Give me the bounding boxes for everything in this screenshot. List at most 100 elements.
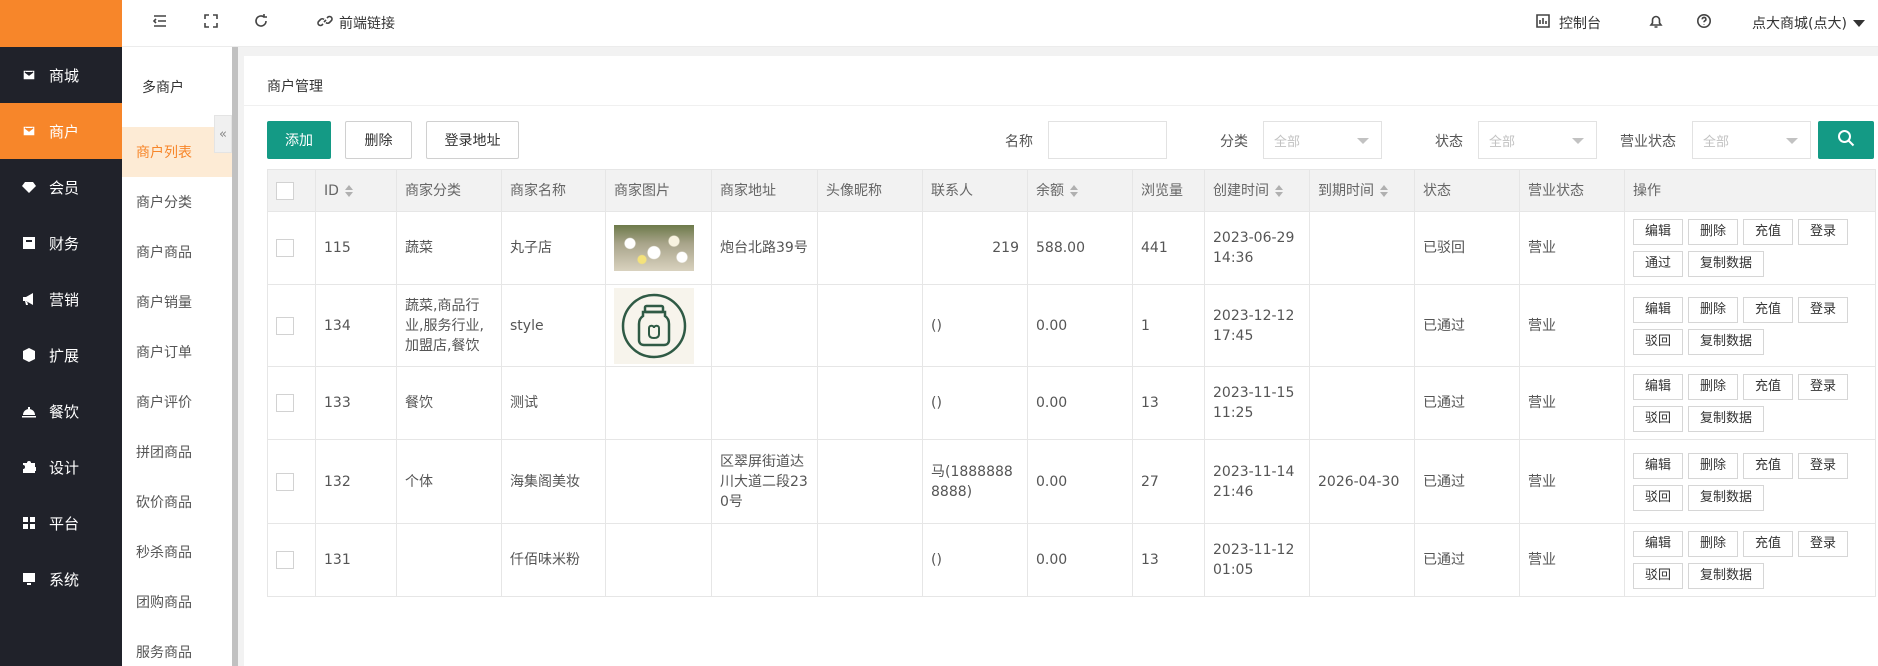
edit-button[interactable]: 编辑 (1633, 531, 1684, 557)
nav-item-merchant[interactable]: 商户 (0, 103, 122, 159)
nav-item-marketing[interactable]: 营销 (0, 271, 122, 327)
row-checkbox[interactable] (276, 551, 294, 569)
status-filter-value: 全部 (1489, 134, 1516, 150)
cell-contact: 马(18888888888) (922, 439, 1028, 524)
delete-row-button[interactable]: 删除 (1688, 219, 1739, 245)
submenu-item-merchant-reviews[interactable]: 商户评价 (122, 377, 232, 427)
status-filter-select[interactable]: 全部 (1478, 121, 1597, 159)
submenu-item-merchant-sales[interactable]: 商户销量 (122, 277, 232, 327)
help-icon (1696, 13, 1712, 33)
sort-icon[interactable] (1380, 184, 1388, 197)
col-header-created[interactable]: 创建时间 (1204, 169, 1310, 212)
nav-item-catering[interactable]: 餐饮 (0, 383, 122, 439)
cell-status: 已通过 (1414, 366, 1520, 440)
sort-icon[interactable] (1275, 184, 1283, 197)
divider (244, 105, 1878, 106)
approve-button[interactable]: 通过 (1633, 251, 1684, 277)
delete-row-button[interactable]: 删除 (1688, 296, 1739, 323)
submenu-item-merchant-products[interactable]: 商户商品 (122, 227, 232, 277)
recharge-button[interactable]: 充值 (1743, 296, 1794, 323)
submenu-item-merchant-orders[interactable]: 商户订单 (122, 327, 232, 377)
submenu-item-merchant-category[interactable]: 商户分类 (122, 177, 232, 227)
nav-item-system[interactable]: 系统 (0, 551, 122, 607)
submenu-item-service-products[interactable]: 服务商品 (122, 627, 232, 666)
edit-button[interactable]: 编辑 (1633, 452, 1684, 479)
login-button[interactable]: 登录 (1798, 296, 1849, 323)
col-header-label: 创建时间 (1213, 182, 1269, 199)
merchant-image-flowers[interactable] (614, 225, 694, 271)
user-menu[interactable]: 点大商城(点大) (1752, 12, 1865, 34)
col-header-id[interactable]: ID (315, 169, 397, 212)
help-button[interactable] (1696, 12, 1712, 34)
nav-item-extension[interactable]: 扩展 (0, 327, 122, 383)
fullscreen-button[interactable] (203, 12, 219, 34)
submenu-scrollbar[interactable] (232, 47, 238, 666)
chevron-down-icon (1357, 138, 1369, 144)
merchant-image-jar-logo[interactable] (614, 287, 694, 364)
row-checkbox[interactable] (276, 239, 294, 257)
edit-button[interactable]: 编辑 (1633, 374, 1684, 400)
table-row: 134 蔬菜,商品行业,服务行业,加盟店,餐饮 style () 0.00 1 … (267, 284, 1876, 367)
category-filter-select[interactable]: 全部 (1263, 121, 1382, 159)
col-header-expire[interactable]: 到期时间 (1309, 169, 1415, 212)
collapse-submenu-button[interactable]: « (214, 115, 232, 153)
reject-button[interactable]: 驳回 (1633, 484, 1684, 511)
submenu-item-team-buy-products[interactable]: 团购商品 (122, 577, 232, 627)
nav-label: 商户 (49, 122, 80, 141)
cell-status: 已通过 (1414, 439, 1520, 524)
nav-item-design[interactable]: 设计 (0, 439, 122, 495)
toggle-menu-button[interactable] (152, 12, 168, 34)
cell-actions: 编辑 删除 充值 登录驳回 复制数据 (1624, 523, 1876, 597)
login-url-button[interactable]: 登录地址 (426, 121, 519, 159)
recharge-button[interactable]: 充值 (1743, 452, 1794, 479)
login-button[interactable]: 登录 (1798, 531, 1849, 557)
business-filter-select[interactable]: 全部 (1692, 121, 1811, 159)
delete-row-button[interactable]: 删除 (1688, 374, 1739, 400)
copy-data-button[interactable]: 复制数据 (1688, 484, 1765, 511)
refresh-button[interactable] (253, 12, 269, 34)
reject-button[interactable]: 驳回 (1633, 563, 1684, 589)
delete-button[interactable]: 删除 (345, 121, 412, 159)
login-button[interactable]: 登录 (1798, 452, 1849, 479)
copy-data-button[interactable]: 复制数据 (1688, 406, 1765, 432)
delete-row-button[interactable]: 删除 (1688, 452, 1739, 479)
reject-button[interactable]: 驳回 (1633, 406, 1684, 432)
business-filter-label: 营业状态 (1620, 134, 1676, 150)
recharge-button[interactable]: 充值 (1743, 219, 1794, 245)
login-button[interactable]: 登录 (1798, 374, 1849, 400)
edit-button[interactable]: 编辑 (1633, 219, 1684, 245)
row-checkbox[interactable] (276, 472, 294, 491)
add-button[interactable]: 添加 (267, 121, 331, 159)
submenu-item-group-buy-products[interactable]: 拼团商品 (122, 427, 232, 477)
sort-icon[interactable] (344, 184, 353, 197)
row-checkbox[interactable] (276, 394, 294, 412)
recharge-button[interactable]: 充值 (1743, 531, 1794, 557)
notification-button[interactable] (1648, 12, 1664, 34)
delete-row-button[interactable]: 删除 (1688, 531, 1739, 557)
nav-item-member[interactable]: 会员 (0, 159, 122, 215)
submenu-item-bargain-products[interactable]: 砍价商品 (122, 477, 232, 527)
recharge-button[interactable]: 充值 (1743, 374, 1794, 400)
edit-button[interactable]: 编辑 (1633, 296, 1684, 323)
copy-data-button[interactable]: 复制数据 (1688, 563, 1765, 589)
name-filter-input[interactable] (1048, 121, 1167, 159)
business-filter-value: 全部 (1703, 134, 1730, 150)
search-button[interactable] (1818, 121, 1874, 159)
frontend-link-button[interactable]: 前端链接 (317, 12, 395, 34)
col-header-balance[interactable]: 余额 (1027, 169, 1133, 212)
cell-avatar (817, 366, 923, 440)
select-all-checkbox[interactable] (276, 181, 294, 200)
console-button[interactable]: 控制台 (1535, 12, 1601, 34)
cell-actions: 编辑 删除 充值 登录驳回 复制数据 (1624, 366, 1876, 440)
nav-item-platform[interactable]: 平台 (0, 495, 122, 551)
copy-data-button[interactable]: 复制数据 (1688, 251, 1765, 277)
nav-item-finance[interactable]: 财务 (0, 215, 122, 271)
copy-data-button[interactable]: 复制数据 (1688, 328, 1765, 355)
sort-icon[interactable] (1070, 184, 1078, 197)
nav-item-shop[interactable]: 商城 (0, 47, 122, 103)
submenu-item-flash-sale-products[interactable]: 秒杀商品 (122, 527, 232, 577)
row-checkbox[interactable] (276, 316, 294, 335)
reject-button[interactable]: 驳回 (1633, 328, 1684, 355)
table-row: 131 仟佰味米粉 () 0.00 13 2023-11-12 01:05 已通… (267, 523, 1876, 597)
login-button[interactable]: 登录 (1798, 219, 1849, 245)
